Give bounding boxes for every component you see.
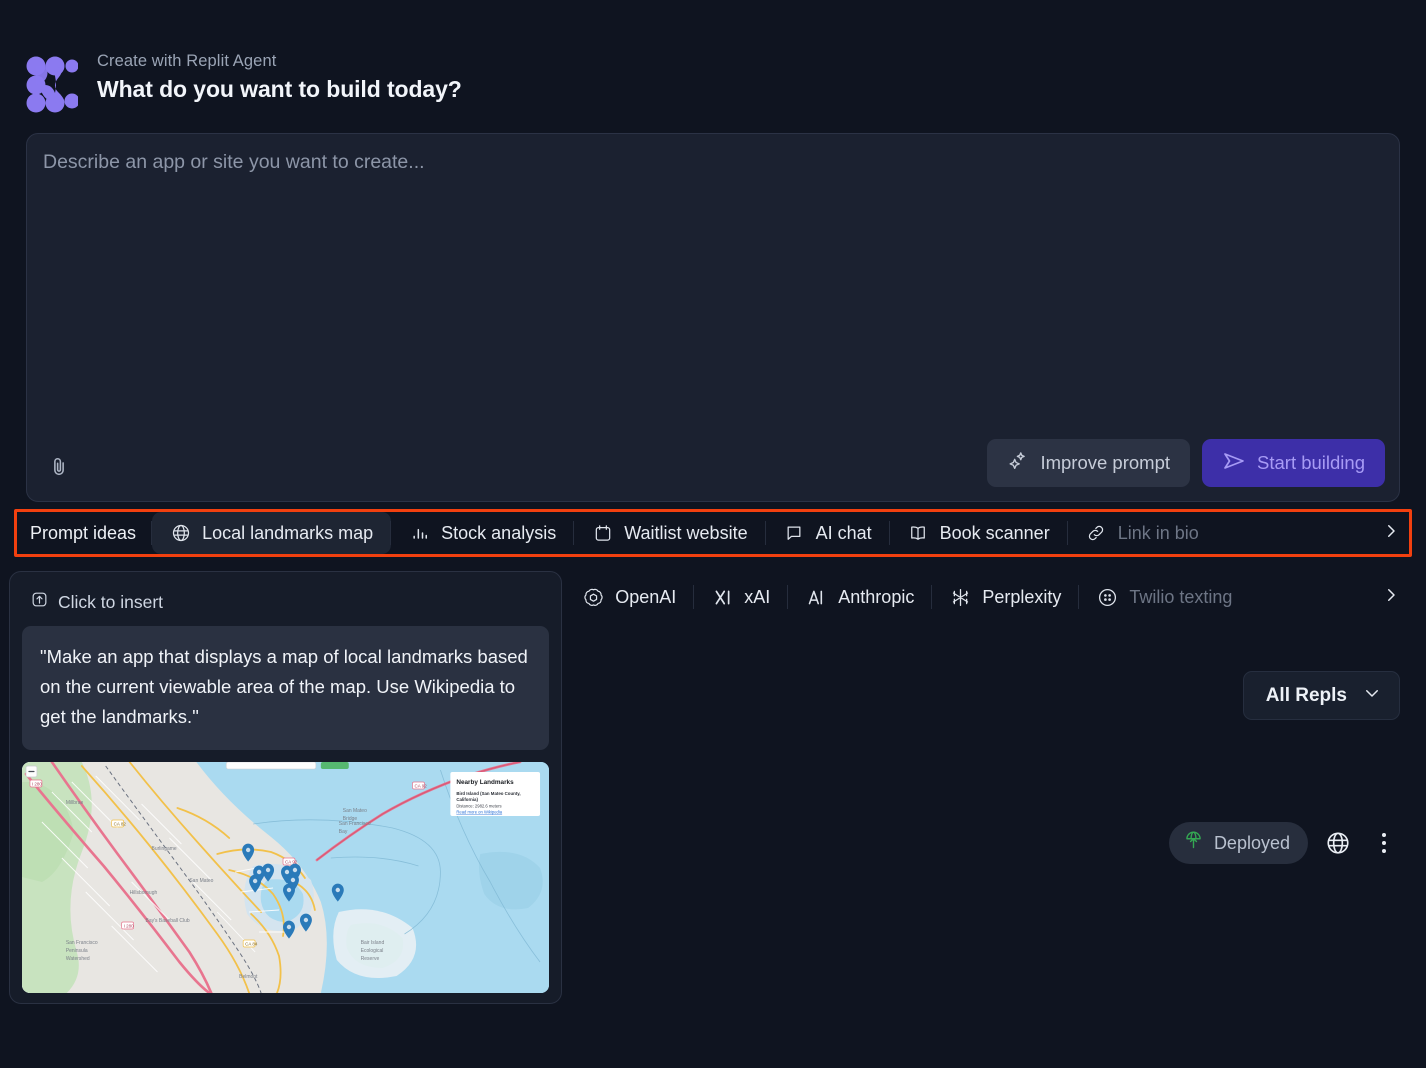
- prompt-idea-label: Stock analysis: [441, 522, 557, 543]
- attach-file-button[interactable]: [41, 451, 77, 487]
- svg-text:Ecological: Ecological: [361, 948, 384, 954]
- deploy-rocket-icon: [1183, 830, 1204, 856]
- svg-text:Bay's Baseball Club: Bay's Baseball Club: [146, 918, 190, 924]
- start-building-button[interactable]: Start building: [1202, 439, 1385, 487]
- map-panel-title: Nearby Landmarks: [456, 779, 514, 786]
- improve-prompt-button[interactable]: Improve prompt: [987, 439, 1191, 487]
- svg-text:Bay: Bay: [339, 829, 348, 835]
- svg-text:CA 92: CA 92: [415, 783, 428, 788]
- integration-twilio-texting[interactable]: Twilio texting: [1079, 576, 1250, 618]
- prompt-input-placeholder[interactable]: Describe an app or site you want to crea…: [43, 151, 425, 174]
- prompt-idea-local-landmarks-map[interactable]: Local landmarks map: [152, 512, 392, 554]
- integration-perplexity[interactable]: Perplexity: [932, 576, 1080, 618]
- svg-text:CA 84: CA 84: [245, 941, 258, 946]
- status-badge-label: Deployed: [1213, 832, 1290, 853]
- prompt-ideas-row: Prompt ideas Local landmarks map Stock a…: [14, 509, 1412, 557]
- prompt-idea-label: Link in bio: [1117, 522, 1199, 543]
- integration-xai[interactable]: xAI: [694, 576, 789, 618]
- svg-text:Peninsula: Peninsula: [66, 948, 88, 954]
- chat-bubble-icon: [784, 523, 805, 544]
- prompt-idea-link-in-bio[interactable]: Link in bio: [1068, 512, 1217, 554]
- page-title: What do you want to build today?: [97, 76, 462, 102]
- chevron-down-icon: [1363, 684, 1381, 708]
- prompt-idea-book-scanner[interactable]: Book scanner: [890, 512, 1068, 554]
- svg-text:CA 82: CA 82: [114, 821, 127, 826]
- svg-text:San Francisco: San Francisco: [66, 940, 98, 946]
- svg-text:Bird Island (San Mateo County,: Bird Island (San Mateo County,: [456, 791, 520, 796]
- prompt-idea-stock-analysis[interactable]: Stock analysis: [391, 512, 575, 554]
- sparkles-icon: [1007, 450, 1029, 477]
- integrations-next-button[interactable]: [1370, 576, 1412, 618]
- bar-chart-icon: [409, 523, 430, 544]
- xai-icon: [712, 587, 733, 608]
- prompt-composer[interactable]: Describe an app or site you want to crea…: [26, 133, 1400, 502]
- all-repls-filter[interactable]: All Repls: [1242, 671, 1400, 720]
- prompt-idea-label: AI chat: [815, 522, 872, 543]
- improve-prompt-label: Improve prompt: [1040, 452, 1171, 473]
- repl-status-bar: Deployed: [1168, 822, 1400, 864]
- integration-label: xAI: [744, 586, 771, 607]
- start-building-label: Start building: [1257, 452, 1365, 473]
- globe-icon: [170, 523, 191, 544]
- globe-icon[interactable]: [1322, 827, 1354, 859]
- calendar-icon: [592, 523, 613, 544]
- click-to-insert-label: Click to insert: [58, 591, 164, 612]
- svg-text:California): California): [456, 797, 478, 802]
- status-badge[interactable]: Deployed: [1168, 822, 1308, 864]
- integration-label: Twilio texting: [1129, 586, 1233, 607]
- page-header: Create with Replit Agent What do you wan…: [26, 52, 462, 113]
- anthropic-icon: [806, 587, 827, 608]
- prompt-idea-label: Local landmarks map: [202, 522, 374, 543]
- composer-actions: Improve prompt Start building: [987, 439, 1385, 487]
- send-icon: [1222, 449, 1246, 478]
- integration-label: OpenAI: [615, 586, 677, 607]
- click-to-insert-header: Click to insert: [22, 584, 549, 626]
- svg-text:San Mateo: San Mateo: [189, 878, 213, 884]
- prompt-ideas-label: Prompt ideas: [30, 522, 137, 543]
- chevron-right-icon: [1382, 522, 1400, 545]
- click-to-insert-popup: Click to insert "Make an app that displa…: [9, 571, 562, 1004]
- book-icon: [908, 523, 929, 544]
- replit-logo-icon: [26, 55, 80, 113]
- svg-text:Reserve: Reserve: [361, 956, 380, 962]
- twilio-icon: [1097, 587, 1118, 608]
- header-eyebrow: Create with Replit Agent: [97, 52, 277, 70]
- prompt-suggestion-text[interactable]: "Make an app that displays a map of loca…: [22, 626, 549, 750]
- link-icon: [1086, 523, 1107, 544]
- prompt-idea-label: Book scanner: [939, 522, 1050, 543]
- svg-text:Bridge: Bridge: [343, 816, 358, 822]
- svg-text:Belmont: Belmont: [239, 974, 258, 980]
- chevron-right-icon: [1382, 586, 1400, 609]
- integration-label: Perplexity: [982, 586, 1062, 607]
- svg-text:San Mateo: San Mateo: [343, 808, 367, 814]
- paperclip-icon: [48, 456, 70, 483]
- all-repls-label: All Repls: [1265, 684, 1347, 706]
- svg-text:Burlingame: Burlingame: [152, 846, 177, 852]
- prompt-idea-label: Waitlist website: [624, 522, 748, 543]
- svg-text:Distance: 2982.6 meters: Distance: 2982.6 meters: [456, 803, 501, 808]
- prompt-idea-waitlist-website[interactable]: Waitlist website: [574, 512, 766, 554]
- insert-up-icon: [30, 590, 49, 614]
- svg-text:I 280: I 280: [124, 923, 134, 928]
- integration-anthropic[interactable]: Anthropic: [788, 576, 933, 618]
- kebab-menu-icon[interactable]: [1368, 827, 1400, 859]
- integration-openai[interactable]: OpenAI: [565, 576, 695, 618]
- perplexity-icon: [950, 587, 971, 608]
- openai-icon: [583, 587, 604, 608]
- svg-text:Hillsborough: Hillsborough: [130, 890, 158, 896]
- integration-label: Anthropic: [838, 586, 915, 607]
- prompt-ideas-next-button[interactable]: [1370, 512, 1412, 554]
- prompt-ideas-label-chip: Prompt ideas: [14, 512, 153, 554]
- prompt-idea-ai-chat[interactable]: AI chat: [766, 512, 890, 554]
- svg-text:Bair Island: Bair Island: [361, 940, 385, 946]
- svg-text:I 280: I 280: [32, 781, 42, 786]
- svg-text:Read more on Wikipedia: Read more on Wikipedia: [456, 809, 502, 814]
- svg-text:Millbrae: Millbrae: [66, 800, 84, 806]
- map-preview-thumbnail[interactable]: Millbrae Burlingame San Mateo Hillsborou…: [22, 761, 549, 993]
- svg-text:Watershed: Watershed: [66, 956, 90, 962]
